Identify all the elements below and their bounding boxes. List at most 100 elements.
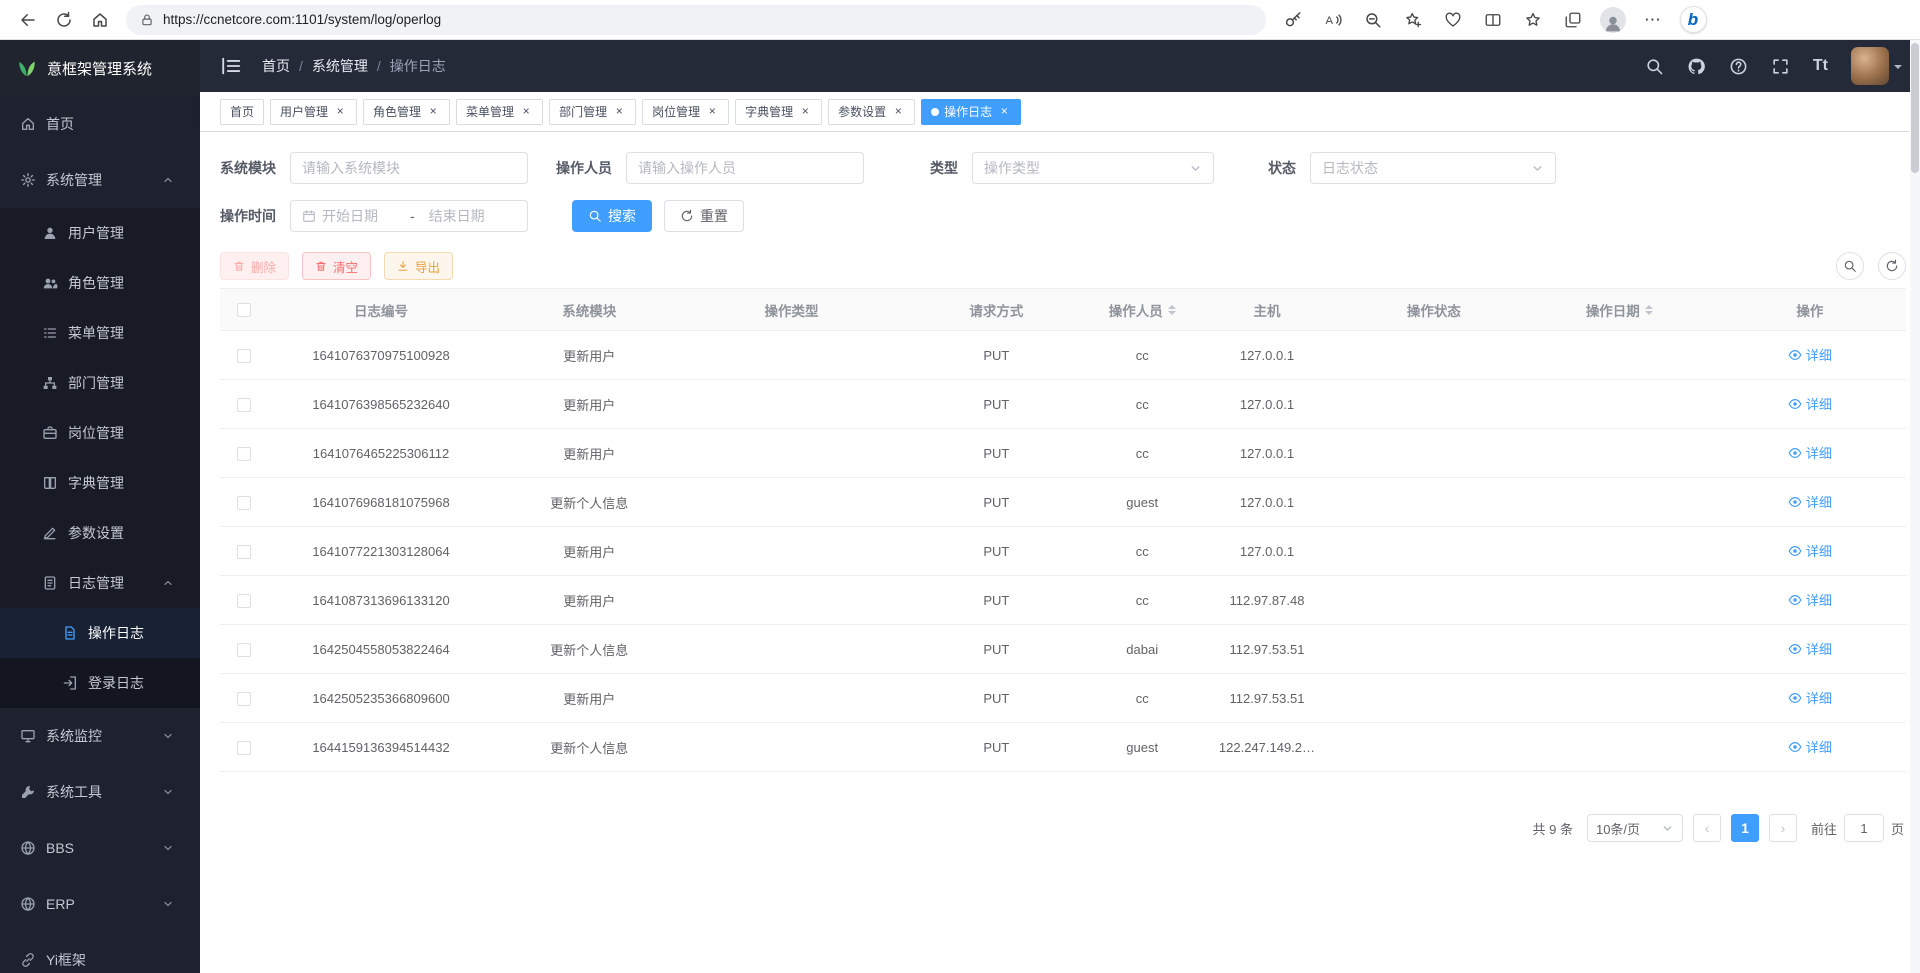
module-input-field[interactable]: [302, 160, 516, 176]
breadcrumb-system-mgmt[interactable]: 系统管理: [312, 56, 368, 76]
close-icon[interactable]: ×: [612, 105, 626, 119]
read-aloud-button[interactable]: [1316, 4, 1350, 36]
detail-link[interactable]: 详细: [1788, 443, 1832, 462]
add-favorite-button[interactable]: [1396, 4, 1430, 36]
sidebar-item-param-settings[interactable]: 参数设置: [0, 508, 200, 558]
detail-link[interactable]: 详细: [1788, 541, 1832, 560]
detail-link[interactable]: 详细: [1788, 492, 1832, 511]
tab-dept-mgmt[interactable]: 部门管理×: [549, 99, 636, 125]
start-date-field[interactable]: 开始日期: [322, 206, 396, 226]
sidebar-item-login-log[interactable]: 登录日志: [0, 658, 200, 708]
detail-link[interactable]: 详细: [1788, 590, 1832, 609]
end-date-field[interactable]: 结束日期: [429, 206, 503, 226]
close-icon[interactable]: ×: [891, 105, 905, 119]
user-avatar[interactable]: [1851, 47, 1889, 85]
tab-user-mgmt[interactable]: 用户管理×: [270, 99, 357, 125]
show-search-button[interactable]: [1836, 252, 1864, 280]
row-checkbox[interactable]: [237, 741, 251, 755]
user-menu[interactable]: [1851, 47, 1902, 85]
col-date[interactable]: 操作日期: [1525, 289, 1714, 331]
page-size-select[interactable]: 10条/页: [1587, 814, 1683, 842]
font-size-icon[interactable]: Tt: [1813, 57, 1828, 75]
sidebar-fold-icon[interactable]: [220, 55, 242, 77]
next-page-button[interactable]: ›: [1769, 814, 1797, 842]
sidebar-item-log-mgmt[interactable]: 日志管理: [0, 558, 200, 608]
row-checkbox[interactable]: [237, 692, 251, 706]
detail-link[interactable]: 详细: [1788, 737, 1832, 756]
close-icon[interactable]: ×: [705, 105, 719, 119]
operator-input[interactable]: [626, 152, 864, 184]
sidebar-item-system-monitor[interactable]: 系统监控: [0, 708, 200, 764]
detail-link[interactable]: 详细: [1788, 639, 1832, 658]
browser-essentials-button[interactable]: [1436, 4, 1470, 36]
sidebar-item-yi-framework[interactable]: Yi框架: [0, 932, 200, 973]
sort-carets-icon[interactable]: [1645, 305, 1653, 315]
bing-chat-button[interactable]: b: [1676, 4, 1710, 36]
url-text[interactable]: https://ccnetcore.com:1101/system/log/op…: [163, 12, 441, 27]
close-icon[interactable]: ×: [997, 105, 1011, 119]
close-icon[interactable]: ×: [333, 105, 347, 119]
search-icon[interactable]: [1645, 57, 1664, 76]
zoom-out-button[interactable]: [1356, 4, 1390, 36]
row-checkbox[interactable]: [237, 643, 251, 657]
type-select[interactable]: 操作类型: [972, 152, 1214, 184]
favorites-button[interactable]: [1516, 4, 1550, 36]
reset-button[interactable]: 重置: [664, 200, 744, 232]
row-checkbox[interactable]: [237, 398, 251, 412]
browser-home-button[interactable]: [82, 4, 118, 36]
close-icon[interactable]: ×: [798, 105, 812, 119]
goto-page-input[interactable]: [1844, 814, 1884, 842]
sidebar-item-menu-mgmt[interactable]: 菜单管理: [0, 308, 200, 358]
module-input[interactable]: [290, 152, 528, 184]
sidebar-item-post-mgmt[interactable]: 岗位管理: [0, 408, 200, 458]
sidebar-item-dept-mgmt[interactable]: 部门管理: [0, 358, 200, 408]
row-checkbox[interactable]: [237, 545, 251, 559]
sidebar-item-erp[interactable]: ERP: [0, 876, 200, 932]
prev-page-button[interactable]: ‹: [1693, 814, 1721, 842]
status-select[interactable]: 日志状态: [1310, 152, 1556, 184]
row-checkbox[interactable]: [237, 349, 251, 363]
sort-carets-icon[interactable]: [1168, 305, 1176, 315]
sidebar-item-dict-mgmt[interactable]: 字典管理: [0, 458, 200, 508]
browser-back-button[interactable]: [10, 4, 46, 36]
tab-menu-mgmt[interactable]: 菜单管理×: [456, 99, 543, 125]
row-checkbox[interactable]: [237, 447, 251, 461]
sidebar-item-system-mgmt[interactable]: 系统管理: [0, 152, 200, 208]
sidebar-item-oper-log[interactable]: 操作日志: [0, 608, 200, 658]
tab-home[interactable]: 首页: [220, 99, 264, 125]
col-operator[interactable]: 操作人员: [1093, 289, 1191, 331]
tab-dict-mgmt[interactable]: 字典管理×: [735, 99, 822, 125]
refresh-table-button[interactable]: [1878, 252, 1906, 280]
tab-post-mgmt[interactable]: 岗位管理×: [642, 99, 729, 125]
close-icon[interactable]: ×: [519, 105, 533, 119]
split-screen-button[interactable]: [1476, 4, 1510, 36]
sidebar-item-role-mgmt[interactable]: 角色管理: [0, 258, 200, 308]
page-scrollbar[interactable]: [1910, 40, 1920, 973]
sidebar-item-system-tools[interactable]: 系统工具: [0, 764, 200, 820]
detail-link[interactable]: 详细: [1788, 345, 1832, 364]
address-bar[interactable]: https://ccnetcore.com:1101/system/log/op…: [126, 5, 1266, 35]
browser-menu-button[interactable]: ⋯: [1636, 4, 1670, 36]
sidebar-item-user-mgmt[interactable]: 用户管理: [0, 208, 200, 258]
page-1-button[interactable]: 1: [1731, 814, 1759, 842]
export-button[interactable]: 导出: [384, 252, 453, 280]
github-icon[interactable]: [1687, 57, 1706, 76]
tab-param-settings[interactable]: 参数设置×: [828, 99, 915, 125]
date-range-picker[interactable]: 开始日期 - 结束日期: [290, 200, 528, 232]
search-button[interactable]: 搜索: [572, 200, 652, 232]
app-logo[interactable]: 意框架管理系统: [0, 40, 200, 96]
tab-role-mgmt[interactable]: 角色管理×: [363, 99, 450, 125]
browser-profile-button[interactable]: [1596, 4, 1630, 36]
row-checkbox[interactable]: [237, 496, 251, 510]
password-key-button[interactable]: [1276, 4, 1310, 36]
row-checkbox[interactable]: [237, 594, 251, 608]
sidebar-item-bbs[interactable]: BBS: [0, 820, 200, 876]
detail-link[interactable]: 详细: [1788, 688, 1832, 707]
breadcrumb-home[interactable]: 首页: [262, 56, 290, 76]
sidebar-item-home[interactable]: 首页: [0, 96, 200, 152]
fullscreen-icon[interactable]: [1771, 57, 1790, 76]
scrollbar-thumb[interactable]: [1911, 43, 1919, 173]
detail-link[interactable]: 详细: [1788, 394, 1832, 413]
collections-button[interactable]: [1556, 4, 1590, 36]
browser-refresh-button[interactable]: [46, 4, 82, 36]
